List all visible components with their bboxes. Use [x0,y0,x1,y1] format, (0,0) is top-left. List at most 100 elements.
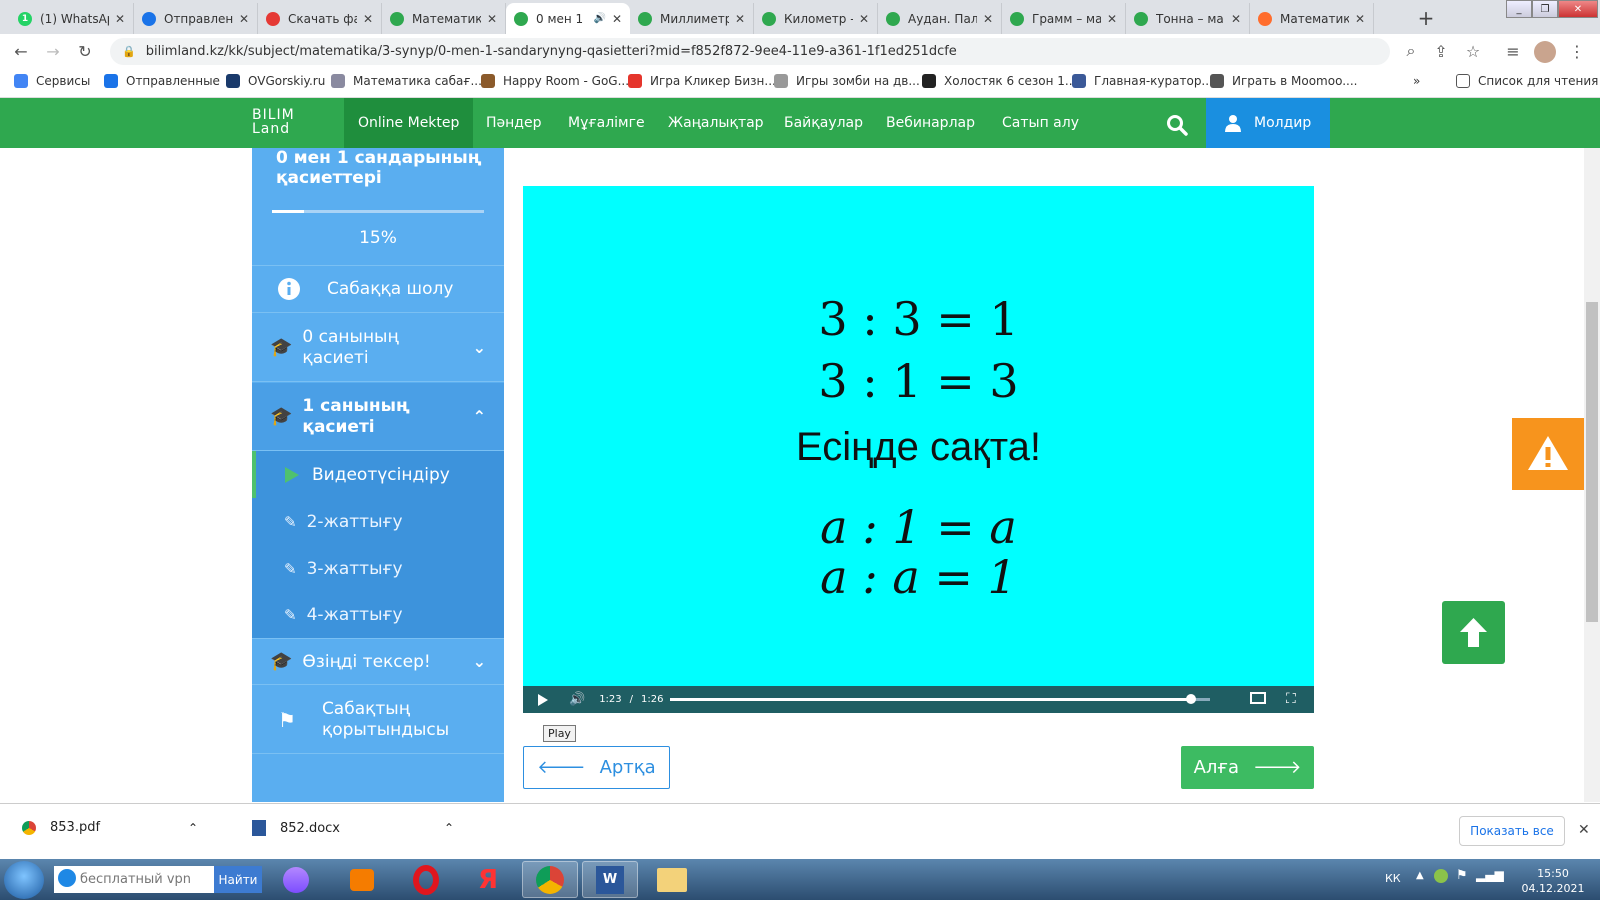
close-tab-icon[interactable]: ✕ [487,12,497,26]
bookmark-item[interactable]: Сервисы [14,74,90,88]
close-tab-icon[interactable]: ✕ [1231,12,1241,26]
taskbar-clock[interactable]: 15:50 04.12.2021 [1518,866,1588,896]
yandex-browser-icon[interactable]: Я [460,861,516,898]
close-tab-icon[interactable]: ✕ [859,12,869,26]
share-icon[interactable]: ⇪ [1430,41,1452,61]
scroll-to-top-button[interactable] [1442,601,1505,664]
chrome-taskbar-icon[interactable] [522,861,578,898]
bookmark-item[interactable]: Отправленные [104,74,220,88]
nav-subjects[interactable]: Пәндер [472,98,555,148]
minimize-icon[interactable]: _ [1506,0,1532,18]
fullscreen-icon[interactable]: ⛶ [1286,691,1296,707]
taskbar-search-input[interactable]: бесплатный vpn [54,866,214,893]
browser-tab[interactable]: Математик ✕ [1250,3,1374,34]
sidebar-item-exercise-4[interactable]: ✎ 4-жаттығу [252,592,504,638]
sidebar-summary[interactable]: ⚑ Сабақтың қорытындысы [252,686,504,754]
restore-icon[interactable]: ❐ [1532,0,1558,18]
close-tab-icon[interactable]: ✕ [1107,12,1117,26]
tray-expand-icon[interactable]: ▲ [1416,870,1424,881]
media-control-icon[interactable]: ≡ [1502,41,1524,61]
scrollbar-thumb[interactable] [1586,302,1598,622]
nav-teachers[interactable]: Мұғалімге [554,98,659,148]
video-progress-bar[interactable] [670,698,1210,701]
close-tab-icon[interactable]: ✕ [735,12,745,26]
search-icon[interactable] [1166,114,1188,136]
menu-kebab-icon[interactable]: ⋮ [1566,41,1588,61]
sidebar-item-exercise-3[interactable]: ✎ 3-жаттығу [252,545,504,592]
sidebar-section-zero[interactable]: 🎓 0 санының қасиеті ⌄ [252,314,504,382]
close-tab-icon[interactable]: ✕ [612,12,622,26]
report-error-button[interactable] [1512,418,1584,490]
chevron-up-icon[interactable]: ⌃ [444,821,454,835]
nav-webinars[interactable]: Вебинарлар [872,98,989,148]
close-tab-icon[interactable]: ✕ [115,12,125,26]
close-tab-icon[interactable]: ✕ [239,12,249,26]
word-taskbar-icon[interactable]: W [582,861,638,898]
new-tab-button[interactable]: + [1412,4,1440,32]
tray-app-icon[interactable] [1434,869,1448,883]
prev-button[interactable]: 🡐 Артқа [523,746,670,789]
address-bar[interactable]: 🔒 bilimland.kz/kk/subject/matematika/3-s… [110,38,1390,65]
browser-tab[interactable]: Тонна – ма ✕ [1126,3,1250,34]
bilimland-logo[interactable]: BILIM Land [252,108,295,136]
browser-tab[interactable]: Километр - ✕ [754,3,878,34]
browser-tab[interactable]: 0 мен 1 🔊 ✕ [506,3,630,34]
bookmarks-more-button[interactable]: » [1413,74,1420,88]
reload-icon[interactable]: ↻ [74,41,96,61]
nav-buy[interactable]: Сатып алу [988,98,1093,148]
media-player-icon[interactable] [334,861,390,898]
nav-news[interactable]: Жаңалықтар [654,98,778,148]
zoom-icon[interactable]: ⌕ [1400,41,1422,61]
bookmark-item[interactable]: Игра Кликер Бизн... [628,74,776,88]
close-tab-icon[interactable]: ✕ [983,12,993,26]
pip-icon[interactable] [1250,692,1266,704]
browser-tab[interactable]: Скачать фа ✕ [258,3,382,34]
taskbar-search-button[interactable]: Найти [214,866,262,893]
language-indicator[interactable]: КК [1385,872,1401,885]
bookmark-item[interactable]: Главная-куратор... [1072,74,1213,88]
user-button[interactable]: Молдир [1206,98,1330,148]
browser-tab[interactable]: Аудан. Пал ✕ [878,3,1002,34]
volume-icon[interactable]: 🔊 [569,692,585,707]
opera-icon[interactable] [398,861,454,898]
alice-app-icon[interactable] [268,861,324,898]
star-icon[interactable]: ☆ [1462,41,1484,61]
close-tab-icon[interactable]: ✕ [363,12,373,26]
audio-playing-icon[interactable]: 🔊 [593,13,605,24]
next-button[interactable]: Алға 🡒 [1181,746,1314,789]
close-window-icon[interactable]: ✕ [1558,0,1598,18]
file-explorer-icon[interactable] [644,861,700,898]
close-tab-icon[interactable]: ✕ [1355,12,1365,26]
nav-contests[interactable]: Байқаулар [770,98,877,148]
browser-tab[interactable]: 1 (1) WhatsApp ✕ [10,3,134,34]
chevron-up-icon[interactable]: ⌃ [188,821,198,835]
sidebar-section-one[interactable]: 🎓 1 санының қасиеті ⌃ [252,383,504,451]
bookmark-item[interactable]: Математика сабағ... [331,74,482,88]
download-item[interactable]: 852.docx ⌃ [252,820,454,836]
sidebar-item-video[interactable]: Видеотүсіндіру [252,451,504,498]
download-item[interactable]: 853.pdf ⌃ [22,820,198,835]
profile-avatar[interactable] [1534,41,1556,63]
bookmark-item[interactable]: Happy Room - GoG... [481,74,629,88]
sidebar-overview[interactable]: Сабаққа шолу [252,265,504,313]
browser-tab[interactable]: Математика ✕ [382,3,506,34]
bookmark-item[interactable]: Игры зомби на дв... [774,74,920,88]
reading-list-button[interactable]: Список для чтения [1456,74,1598,88]
close-downloads-icon[interactable]: ✕ [1578,822,1590,838]
back-arrow-icon[interactable]: ← [10,41,32,61]
forward-arrow-icon[interactable]: → [42,41,64,61]
start-button[interactable] [4,861,44,899]
sidebar-item-exercise-2[interactable]: ✎ 2-жаттығу [252,498,504,545]
bookmark-item[interactable]: Холостяк 6 сезон 1... [922,74,1076,88]
nav-online-mektep[interactable]: Online Mektep [344,98,474,148]
browser-tab[interactable]: Грамм – ма ✕ [1002,3,1126,34]
show-all-downloads-button[interactable]: Показать все [1459,816,1565,846]
play-button[interactable] [537,693,549,706]
network-icon[interactable]: ▂▄▆ [1476,868,1504,882]
browser-tab[interactable]: Отправленные ✕ [134,3,258,34]
bookmark-item[interactable]: Играть в Moomoo.... [1210,74,1357,88]
sidebar-self-test[interactable]: 🎓 Өзіңді тексер! ⌄ [252,638,504,685]
flag-tray-icon[interactable]: ⚑ [1456,868,1468,883]
browser-tab[interactable]: Миллиметр ✕ [630,3,754,34]
bookmark-item[interactable]: OVGorskiy.ru [226,74,325,88]
